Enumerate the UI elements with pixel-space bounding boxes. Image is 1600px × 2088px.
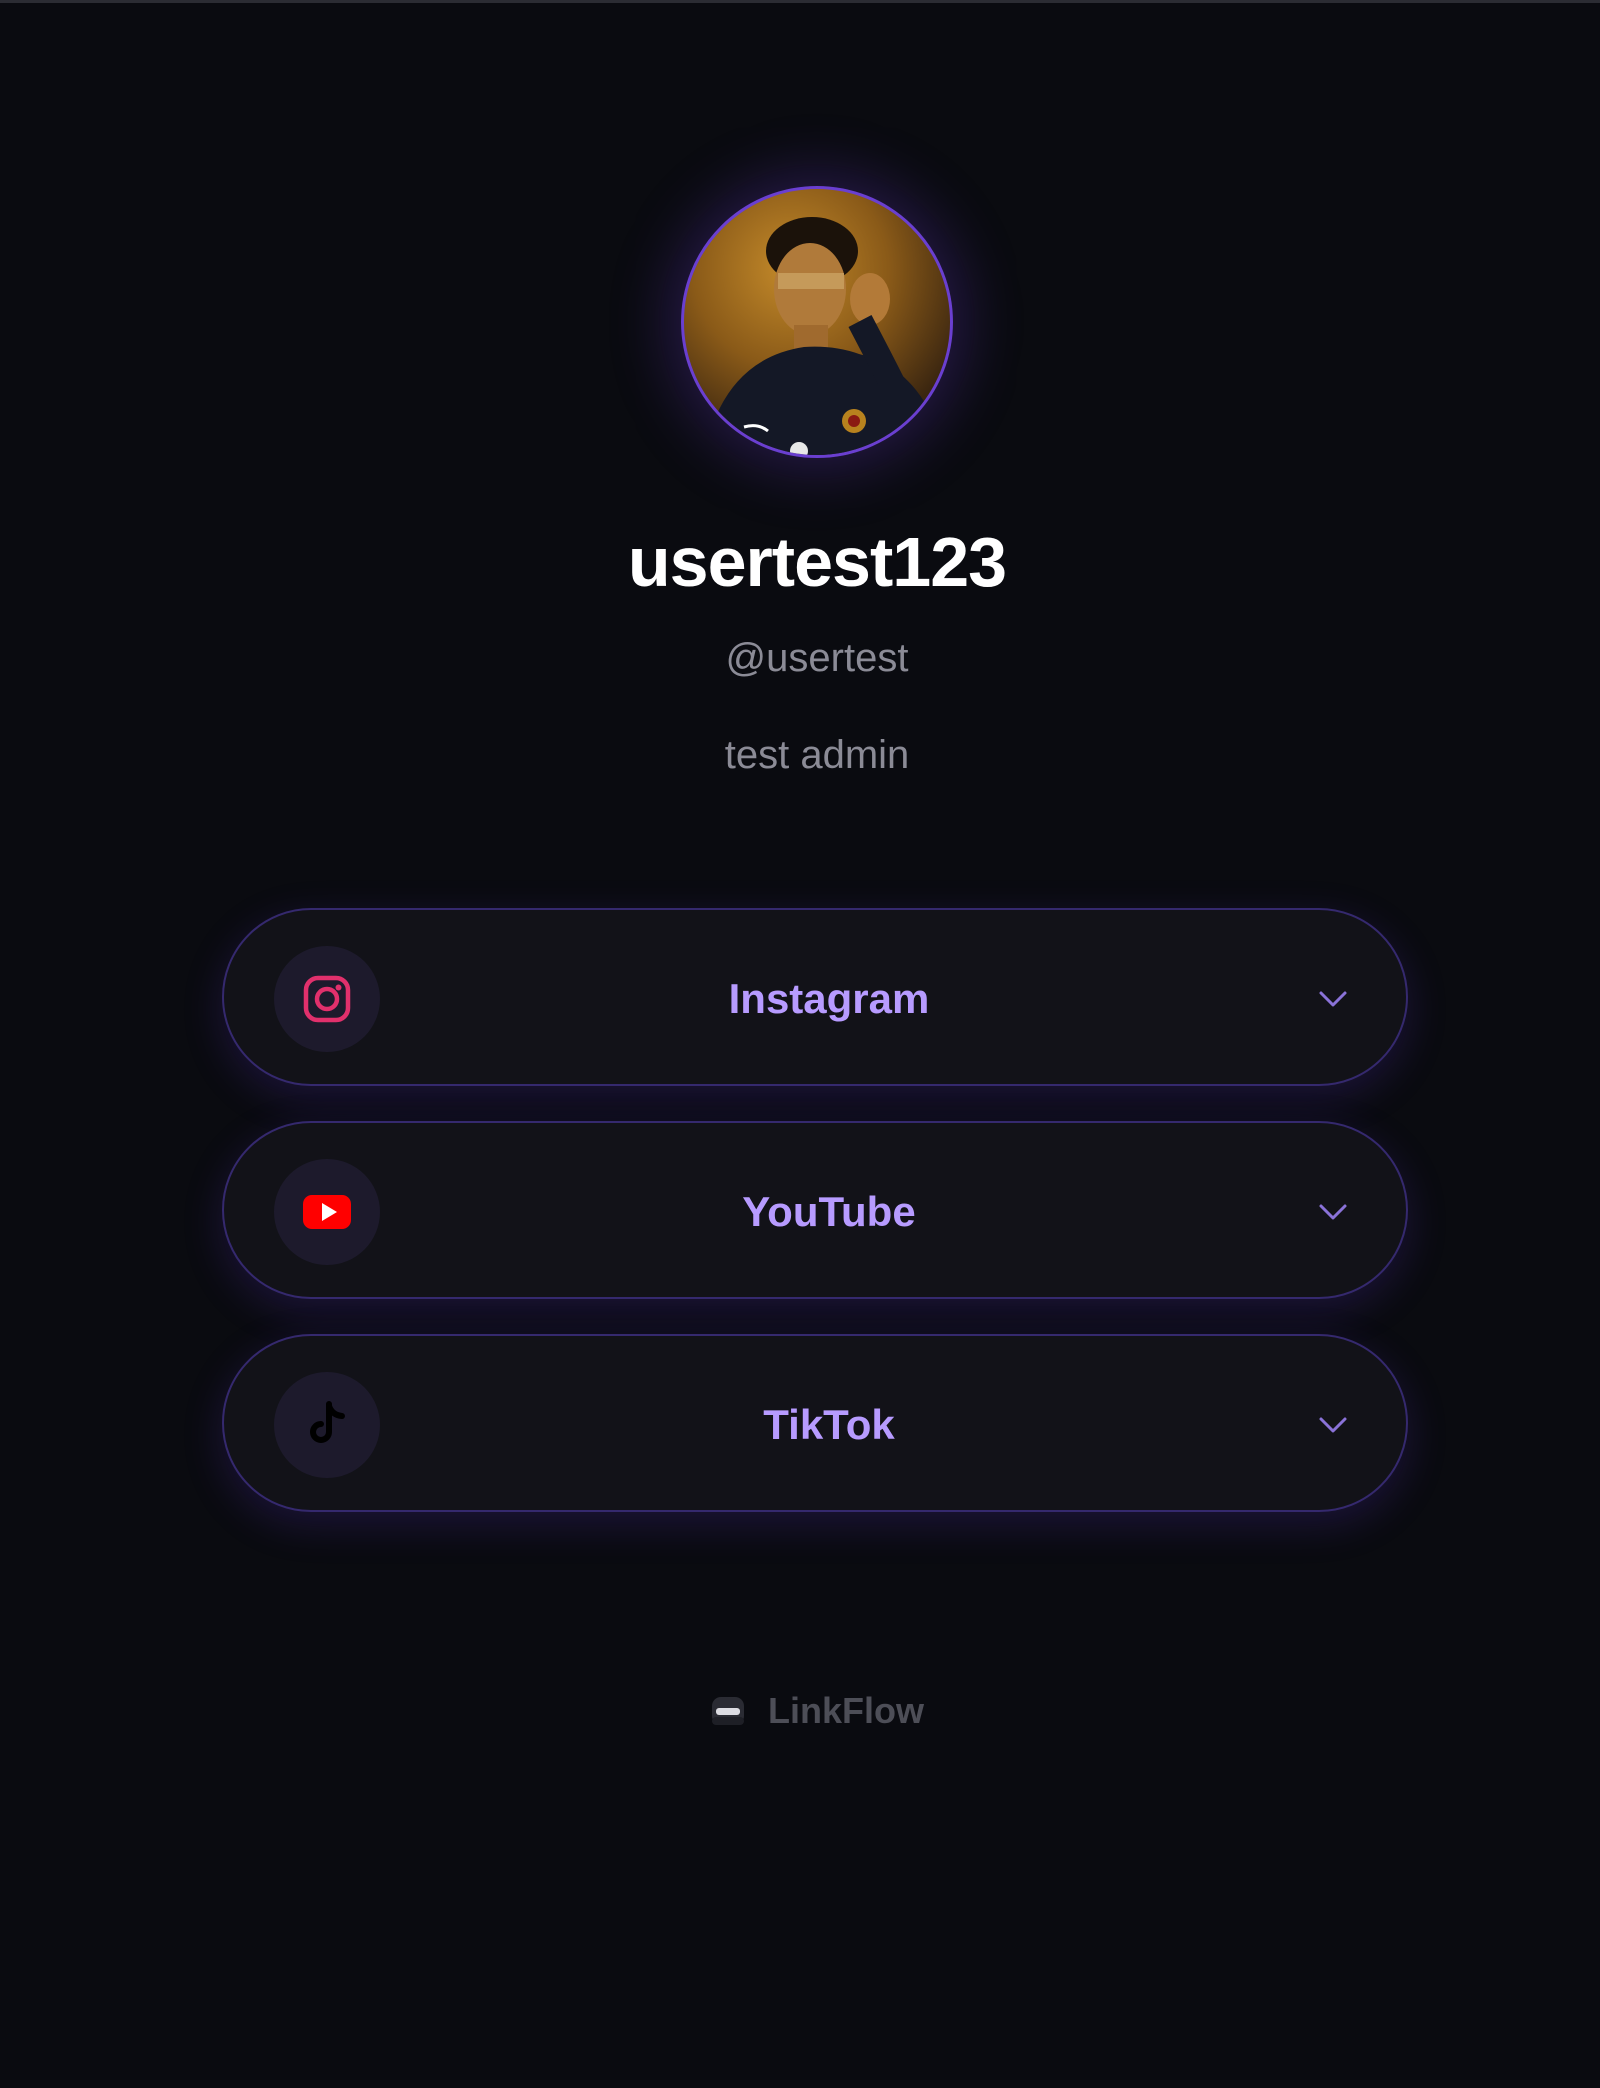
profile-handle: @usertest — [725, 636, 909, 680]
profile-name: usertest123 — [627, 523, 1007, 601]
link-card-tiktok[interactable]: TikTok — [222, 1334, 1408, 1512]
profile-bio: test admin — [724, 733, 910, 777]
link-label-tiktok: TikTok — [763, 1401, 895, 1448]
link-label-youtube: YouTube — [742, 1188, 916, 1235]
avatar-photo-icon — [704, 217, 946, 455]
link-card-youtube[interactable]: YouTube — [222, 1121, 1408, 1299]
footer-brand-label: LinkFlow — [768, 1690, 924, 1731]
avatar — [681, 186, 953, 458]
profile-page: usertest123 @usertest test admin Instagr… — [0, 0, 1600, 2088]
footer-brand[interactable]: LinkFlow — [710, 1686, 924, 1736]
chevron-down-icon[interactable] — [1316, 982, 1350, 1016]
top-border — [0, 0, 1600, 3]
link-card-instagram[interactable]: Instagram — [222, 908, 1408, 1086]
chevron-down-icon[interactable] — [1316, 1195, 1350, 1229]
chevron-down-icon[interactable] — [1316, 1408, 1350, 1442]
linkflow-logo-icon — [712, 1697, 744, 1725]
avatar-image — [681, 186, 953, 458]
link-label-instagram: Instagram — [728, 975, 930, 1022]
